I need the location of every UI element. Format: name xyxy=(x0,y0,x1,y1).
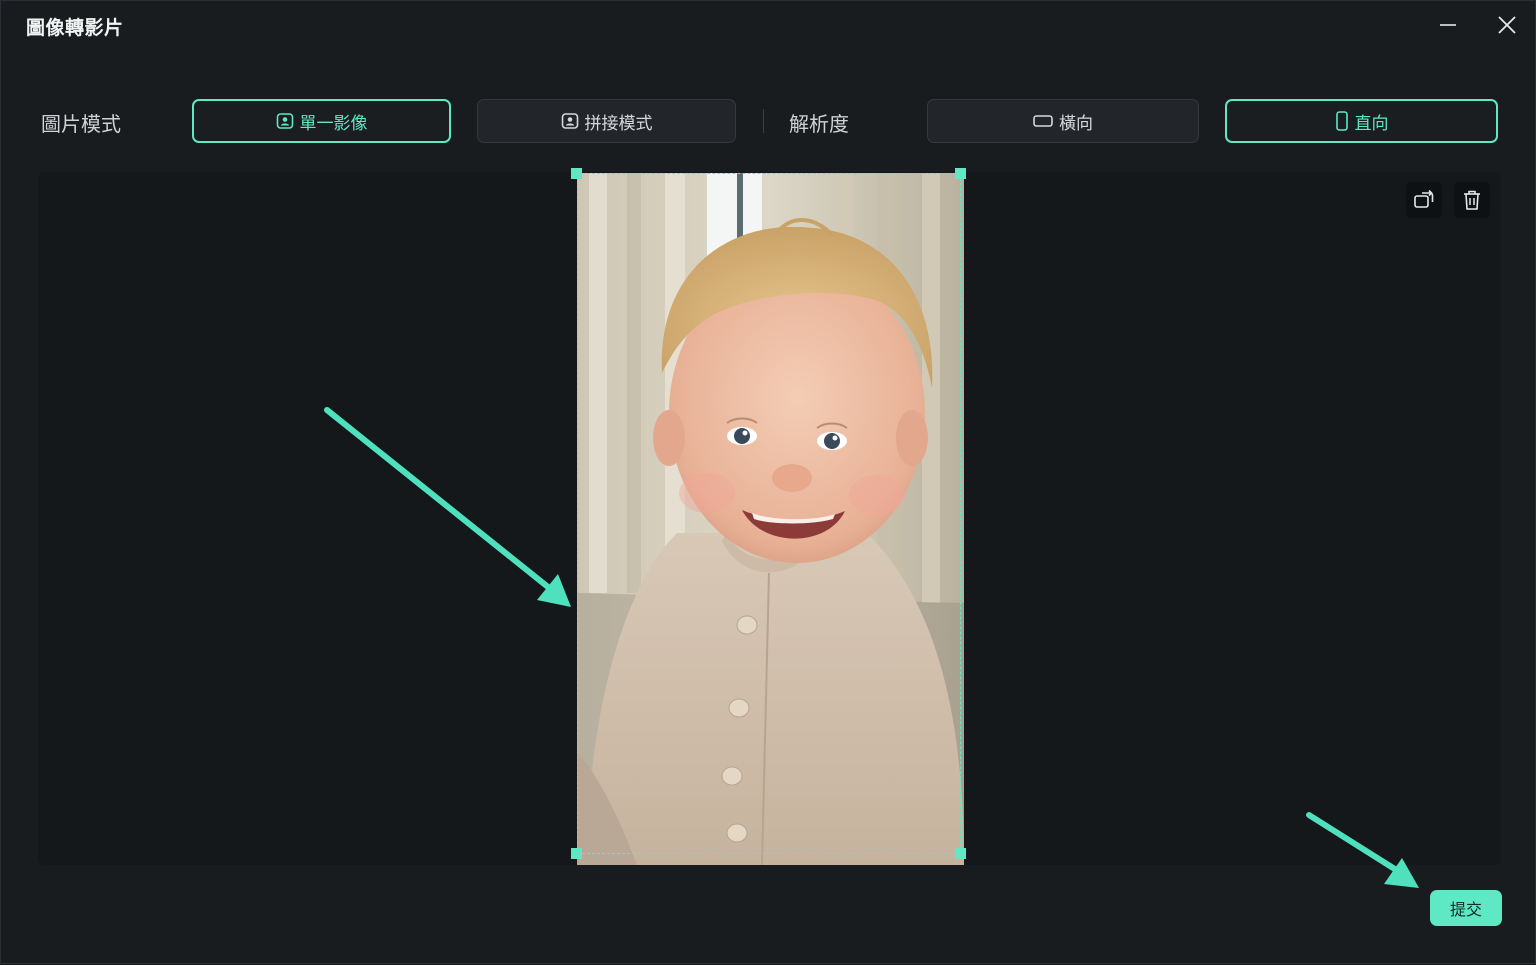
crop-handle-top-right[interactable] xyxy=(955,168,966,179)
delete-button[interactable] xyxy=(1454,182,1490,218)
close-button[interactable] xyxy=(1493,11,1521,39)
portrait-label: 直向 xyxy=(1354,113,1389,134)
single-image-button[interactable]: 單一影像 xyxy=(192,99,451,143)
portrait-frame-icon xyxy=(276,113,293,129)
landscape-icon xyxy=(1033,115,1053,127)
landscape-label: 橫向 xyxy=(1059,113,1093,134)
title-bar: 圖像轉影片 xyxy=(1,1,1535,51)
crop-handle-bottom-left[interactable] xyxy=(571,848,582,859)
submit-button[interactable]: 提交 xyxy=(1430,890,1502,926)
collage-mode-button[interactable]: 拼接模式 xyxy=(477,99,736,143)
portrait-icon xyxy=(1335,111,1348,131)
portrait-button[interactable]: 直向 xyxy=(1225,99,1498,143)
image-mode-label: 圖片模式 xyxy=(41,112,121,136)
resolution-label: 解析度 xyxy=(789,112,849,136)
single-image-label: 單一影像 xyxy=(299,113,368,134)
trash-icon xyxy=(1464,190,1480,210)
collage-mode-label: 拼接模式 xyxy=(584,113,653,134)
crop-handle-top-left[interactable] xyxy=(571,168,582,179)
toolbar-divider xyxy=(763,109,764,133)
crop-handle-bottom-right[interactable] xyxy=(955,848,966,859)
crop-frame[interactable] xyxy=(577,173,961,854)
window-title: 圖像轉影片 xyxy=(26,17,124,39)
minimize-icon xyxy=(1440,24,1456,26)
replace-image-button[interactable] xyxy=(1406,182,1442,218)
minimize-button[interactable] xyxy=(1434,11,1462,39)
landscape-button[interactable]: 橫向 xyxy=(927,99,1199,143)
replace-image-icon xyxy=(1414,189,1434,208)
image-to-video-dialog: 圖像轉影片 圖片模式 單一影像 拼接模式 解析度 橫向 直向 提交 xyxy=(0,0,1536,964)
portrait-frame-icon xyxy=(561,113,578,129)
close-icon xyxy=(1498,16,1516,34)
